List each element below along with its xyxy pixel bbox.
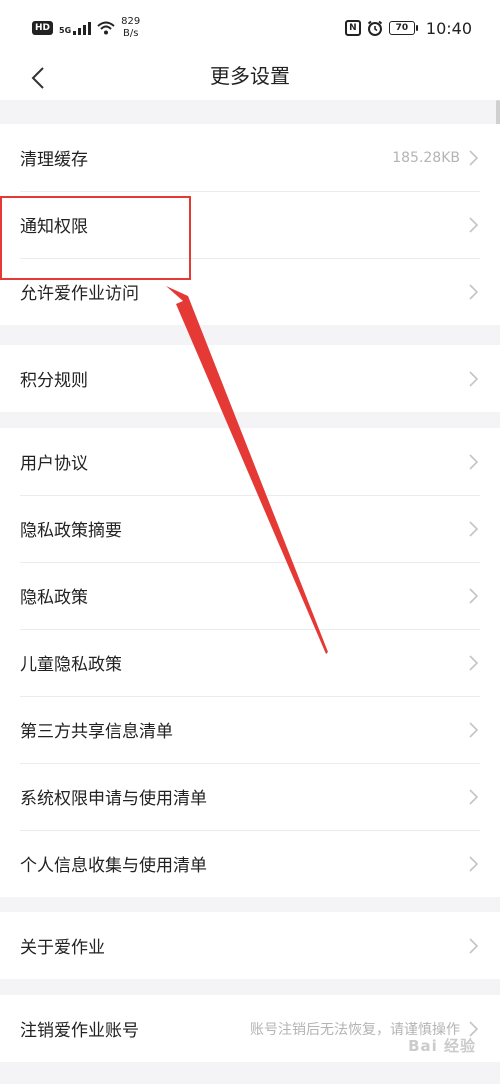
notification-permission-label: 通知权限 [20,217,88,237]
about-label: 关于爱作业 [20,938,105,958]
children-privacy-label: 儿童隐私政策 [20,655,122,675]
battery-icon: 70 [388,21,418,35]
about-row[interactable]: 关于爱作业 [0,912,500,979]
clear-cache-row[interactable]: 清理缓存 185.28KB [0,124,500,191]
alarm-icon [367,20,383,36]
chevron-right-icon [469,149,479,166]
wifi-icon [97,21,115,35]
hd-badge: HD [32,21,54,35]
chevron-right-icon [469,370,479,387]
status-right: N 70 10:40 [344,18,472,38]
personal-info-label: 个人信息收集与使用清单 [20,856,207,876]
cache-size-value: 185.28KB [392,149,460,166]
settings-group-legal: 用户协议 隐私政策摘要 隐私政策 儿童隐私政策 第三方共享信息清单 系统权限申请… [0,428,500,897]
chevron-right-icon [469,587,479,604]
personal-info-row[interactable]: 个人信息收集与使用清单 [0,830,500,897]
chevron-right-icon [469,453,479,470]
settings-group-points: 积分规则 [0,345,500,412]
delete-account-label: 注销爱作业账号 [20,1021,139,1041]
back-button[interactable] [22,62,54,94]
chevron-right-icon [469,520,479,537]
allow-access-row[interactable]: 允许爱作业访问 [0,258,500,325]
network-speed: 829 B/s [121,16,140,40]
privacy-summary-label: 隐私政策摘要 [20,521,122,541]
status-bar: HD 5G 829 B/s N 70 10:40 [0,0,500,56]
notification-permission-row[interactable]: 通知权限 [0,191,500,258]
network-speed-unit: B/s [122,28,139,39]
system-permissions-row[interactable]: 系统权限申请与使用清单 [0,763,500,830]
delete-account-row[interactable]: 注销爱作业账号 账号注销后无法恢复，请谨慎操作 [0,995,500,1062]
clear-cache-label: 清理缓存 [20,150,88,170]
clock: 10:40 [425,18,472,38]
page-title: 更多设置 [210,64,290,88]
privacy-summary-row[interactable]: 隐私政策摘要 [0,495,500,562]
allow-access-label: 允许爱作业访问 [20,284,139,304]
cell-signal-icon [73,21,92,35]
third-party-sharing-label: 第三方共享信息清单 [20,722,173,742]
network-speed-value: 829 [121,16,141,27]
chevron-right-icon [469,788,479,805]
system-permissions-label: 系统权限申请与使用清单 [20,789,207,809]
chevron-right-icon [469,216,479,233]
chevron-right-icon [469,654,479,671]
children-privacy-row[interactable]: 儿童隐私政策 [0,629,500,696]
chevron-right-icon [469,937,479,954]
chevron-right-icon [469,1020,479,1037]
chevron-right-icon [469,721,479,738]
user-agreement-label: 用户协议 [20,454,88,474]
third-party-sharing-row[interactable]: 第三方共享信息清单 [0,696,500,763]
user-agreement-row[interactable]: 用户协议 [0,428,500,495]
nfc-icon: N [344,20,361,36]
points-rules-row[interactable]: 积分规则 [0,345,500,412]
nav-bar: 更多设置 [0,56,500,100]
settings-group-storage: 清理缓存 185.28KB 通知权限 允许爱作业访问 [0,124,500,325]
signal-type-label: 5G [59,26,72,35]
privacy-policy-row[interactable]: 隐私政策 [0,562,500,629]
settings-group-about: 关于爱作业 [0,912,500,979]
settings-group-account: 注销爱作业账号 账号注销后无法恢复，请谨慎操作 [0,995,500,1062]
chevron-right-icon [469,855,479,872]
chevron-right-icon [469,283,479,300]
points-rules-label: 积分规则 [20,371,88,391]
chevron-left-icon [31,67,44,89]
status-left: HD 5G 829 B/s [32,16,140,40]
privacy-policy-label: 隐私政策 [20,588,88,608]
delete-account-warning: 账号注销后无法恢复，请谨慎操作 [250,1021,460,1038]
